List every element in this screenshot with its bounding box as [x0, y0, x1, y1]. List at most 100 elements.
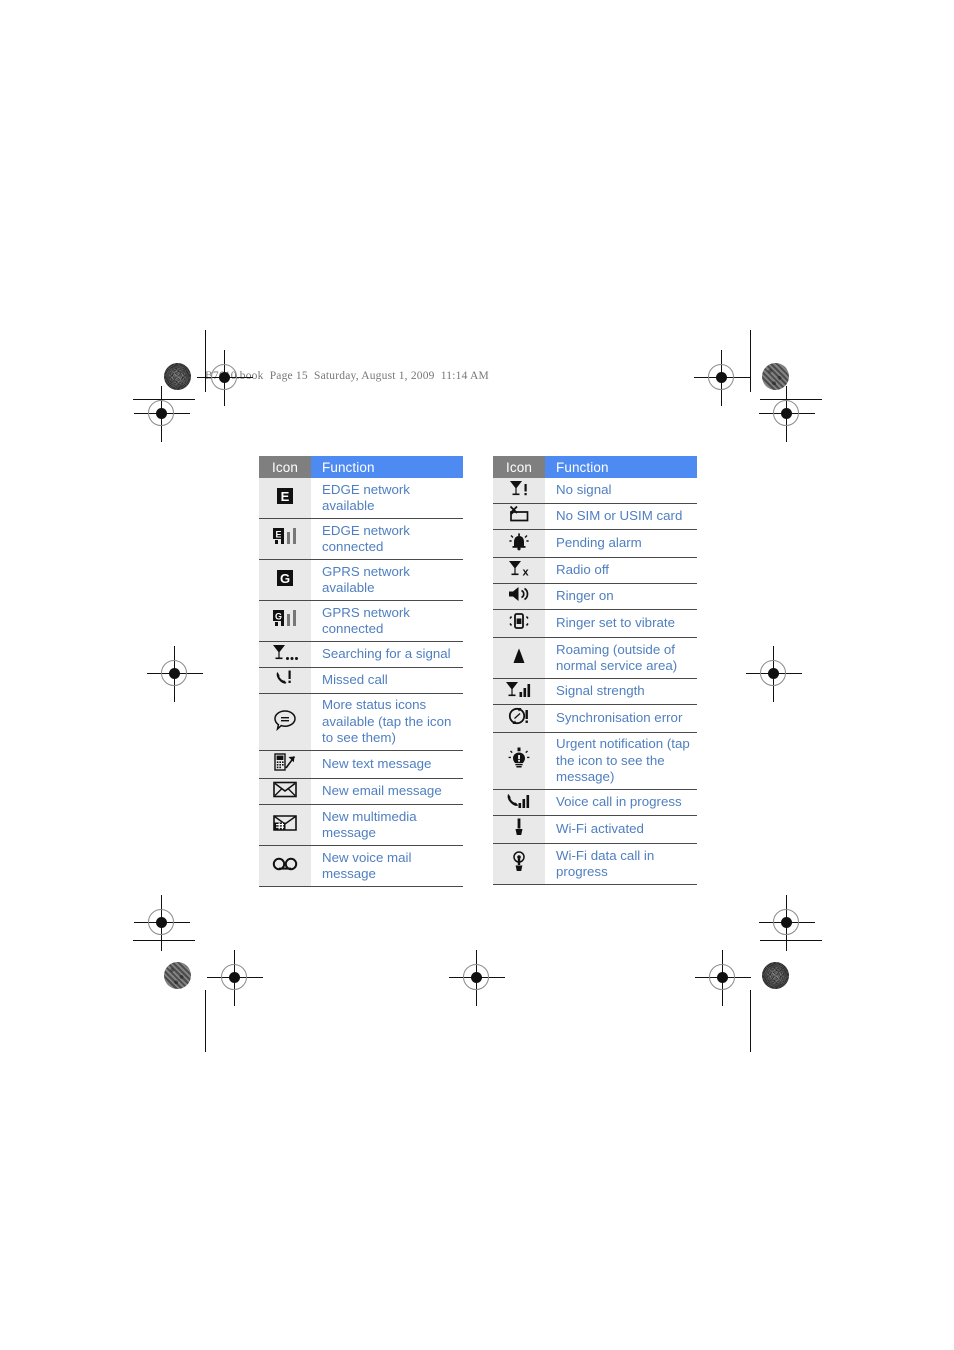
- new-email-message-icon: [259, 778, 311, 805]
- new-text-message-icon: [259, 750, 311, 779]
- table-row: E EDGE network connected: [259, 518, 463, 560]
- column-header-icon: Icon: [259, 456, 311, 478]
- function-text: No signal: [545, 478, 697, 504]
- table-row: New voice mail message: [259, 845, 463, 887]
- registration-mark-top-right: [694, 350, 750, 406]
- function-text: Wi-Fi activated: [545, 815, 697, 844]
- function-text: Missed call: [311, 667, 463, 694]
- svg-text:x: x: [522, 567, 529, 579]
- function-text: New voice mail message: [311, 845, 463, 887]
- gprs-connected-icon: G: [259, 600, 311, 642]
- registration-mark-bottom-right: [695, 950, 751, 1006]
- table-row: New text message: [259, 750, 463, 779]
- halftone-patch-bottom-right: [762, 962, 789, 989]
- function-text: No SIM or USIM card: [545, 503, 697, 530]
- table-row: E EDGE network available: [259, 478, 463, 519]
- trim-line-right-vertical: [750, 330, 752, 392]
- table-row: More status icons available (tap the ico…: [259, 693, 463, 751]
- halftone-patch-bottom-left: [164, 962, 191, 989]
- function-text: Searching for a signal: [311, 641, 463, 668]
- table-row: Pending alarm: [493, 529, 697, 558]
- table-row: x Radio off: [493, 557, 697, 584]
- table-row: Synchronisation error: [493, 704, 697, 733]
- column-header-function: Function: [545, 456, 697, 478]
- function-text: Wi-Fi data call in progress: [545, 843, 697, 885]
- table-row: Wi-Fi data call in progress: [493, 843, 697, 885]
- left-status-icon-table: Icon Function E EDGE network available E: [259, 456, 463, 887]
- right-status-icon-table: Icon Function No signal No SIM or USIM c…: [493, 456, 697, 885]
- voice-call-progress-icon: [493, 789, 545, 816]
- registration-mark-top-left: [197, 350, 253, 406]
- edge-connected-icon: E: [259, 518, 311, 560]
- function-text: New multimedia message: [311, 804, 463, 846]
- table-row: Wi-Fi activated: [493, 815, 697, 844]
- table-row: Missed call: [259, 667, 463, 694]
- column-header-function: Function: [311, 456, 463, 478]
- pending-alarm-icon: [493, 529, 545, 558]
- function-text: Urgent notification (tap the icon to see…: [545, 732, 697, 790]
- table-row: Voice call in progress: [493, 789, 697, 816]
- table-row: No signal: [493, 478, 697, 504]
- function-text: More status icons available (tap the ico…: [311, 693, 463, 751]
- wifi-data-call-icon: [493, 843, 545, 885]
- function-text: GPRS network available: [311, 559, 463, 601]
- table-row: New multimedia message: [259, 804, 463, 846]
- registration-mark-bottom-center: [449, 950, 505, 1006]
- registration-mark-bottom-left: [207, 950, 263, 1006]
- column-header-icon: Icon: [493, 456, 545, 478]
- function-text: Signal strength: [545, 678, 697, 705]
- trim-line-left-vertical-bottom: [205, 990, 207, 1052]
- function-text: New email message: [311, 778, 463, 805]
- table-header-row: Icon Function: [493, 456, 697, 478]
- registration-mark-mid-left: [147, 646, 203, 702]
- registration-mark-inner-top-left: [134, 386, 190, 442]
- wifi-activated-icon: [493, 815, 545, 844]
- table-row: No SIM or USIM card: [493, 503, 697, 530]
- no-sim-card-icon: [493, 503, 545, 530]
- function-text: EDGE network available: [311, 478, 463, 519]
- table-row: Searching for a signal: [259, 641, 463, 668]
- registration-mark-inner-top-right: [759, 386, 815, 442]
- table-row: G GPRS network available: [259, 559, 463, 601]
- gprs-available-icon: G: [259, 559, 311, 601]
- svg-text:G: G: [275, 611, 282, 621]
- svg-text:E: E: [281, 489, 290, 504]
- radio-off-icon: x: [493, 557, 545, 584]
- table-row: New email message: [259, 778, 463, 805]
- function-text: GPRS network connected: [311, 600, 463, 642]
- more-status-icons-icon: [259, 693, 311, 751]
- function-text: Roaming (outside of normal service area): [545, 637, 697, 679]
- svg-text:E: E: [275, 529, 281, 539]
- table-row: Urgent notification (tap the icon to see…: [493, 732, 697, 790]
- urgent-notification-icon: [493, 732, 545, 790]
- ringer-vibrate-icon: [493, 609, 545, 638]
- function-text: Ringer set to vibrate: [545, 609, 697, 638]
- function-text: Pending alarm: [545, 529, 697, 558]
- registration-mark-mid-right: [746, 646, 802, 702]
- table-row: Ringer set to vibrate: [493, 609, 697, 638]
- table-row: G GPRS network connected: [259, 600, 463, 642]
- halftone-patch-top-right: [762, 363, 789, 390]
- registration-mark-inner-bottom-right: [759, 895, 815, 951]
- table-row: Signal strength: [493, 678, 697, 705]
- function-text: Synchronisation error: [545, 704, 697, 733]
- table-row: Ringer on: [493, 583, 697, 610]
- new-voice-mail-icon: [259, 845, 311, 887]
- signal-strength-icon: [493, 678, 545, 705]
- function-text: New text message: [311, 750, 463, 779]
- roaming-icon: [493, 637, 545, 679]
- function-text: Radio off: [545, 557, 697, 584]
- no-signal-icon: [493, 478, 545, 504]
- ringer-on-icon: [493, 583, 545, 610]
- table-row: Roaming (outside of normal service area): [493, 637, 697, 679]
- searching-signal-icon: [259, 641, 311, 668]
- new-multimedia-message-icon: [259, 804, 311, 846]
- missed-call-icon: [259, 667, 311, 694]
- halftone-patch-top-left: [164, 363, 191, 390]
- edge-available-icon: E: [259, 478, 311, 519]
- svg-text:G: G: [280, 571, 290, 586]
- sync-error-icon: [493, 704, 545, 733]
- function-text: Ringer on: [545, 583, 697, 610]
- registration-mark-inner-bottom-left: [134, 895, 190, 951]
- function-text: Voice call in progress: [545, 789, 697, 816]
